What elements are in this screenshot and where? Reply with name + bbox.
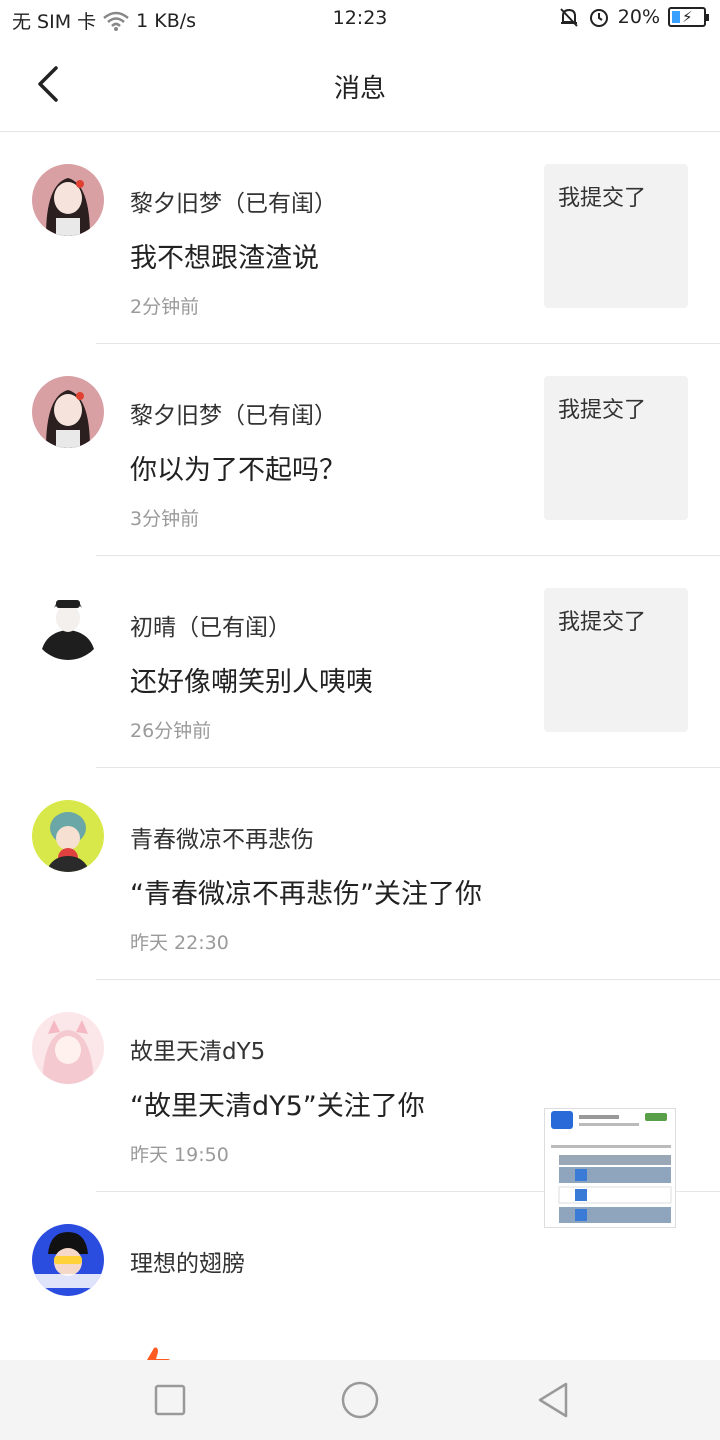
avatar[interactable] <box>32 588 104 660</box>
battery-percent: 20% <box>617 6 660 28</box>
avatar[interactable] <box>32 800 104 872</box>
avatar[interactable] <box>32 164 104 236</box>
message-content: “故里天清dY5”关注了你 <box>130 1091 425 1122</box>
post-thumbnail[interactable]: 我提交了 <box>544 164 688 308</box>
sender-name: 黎夕旧梦（已有闺） <box>130 191 337 217</box>
list-item[interactable]: 黎夕旧梦（已有闺） 我不想跟渣渣说 2分钟前 我提交了 <box>0 132 720 344</box>
message-content: 你以为了不起吗？ <box>130 455 346 486</box>
sender-name: 故里天清dY5 <box>130 1039 266 1065</box>
avatar[interactable] <box>32 1012 104 1084</box>
battery-icon: ⚡ <box>668 7 709 27</box>
post-thumbnail[interactable]: 我提交了 <box>544 588 688 732</box>
sender-name: 初晴（已有闺） <box>130 615 291 641</box>
header: 消息 <box>0 36 720 132</box>
message-time: 昨天 22:30 <box>130 932 229 954</box>
page-title: 消息 <box>333 74 386 104</box>
message-time: 昨天 19:50 <box>130 1144 229 1166</box>
circle-icon[interactable] <box>340 1380 380 1420</box>
list-item[interactable]: 青春微凉不再悲伤 “青春微凉不再悲伤”关注了你 昨天 22:30 <box>0 768 720 980</box>
status-bar: 无 SIM 卡 1 KB/s 12:23 20% ⚡ <box>0 0 720 36</box>
alarm-icon <box>589 9 608 27</box>
status-right: 20% ⚡ <box>558 6 709 28</box>
bell-muted-icon <box>560 8 578 27</box>
thumbnail-text: 我提交了 <box>558 398 647 423</box>
list-item[interactable]: 初晴（已有闺） 还好像嘲笑别人咦咦 26分钟前 我提交了 <box>0 556 720 768</box>
message-content: “青春微凉不再悲伤”关注了你 <box>130 879 482 910</box>
message-time: 3分钟前 <box>130 508 200 530</box>
sender-name: 黎夕旧梦（已有闺） <box>130 403 337 429</box>
triangle-back-icon[interactable] <box>534 1380 574 1420</box>
message-time: 2分钟前 <box>130 296 200 318</box>
thumbnail-text: 我提交了 <box>558 186 647 211</box>
message-time: 26分钟前 <box>130 720 212 742</box>
post-thumbnail[interactable]: 我提交了 <box>544 376 688 520</box>
message-content: 我不想跟渣渣说 <box>130 243 319 274</box>
sender-name: 理想的翅膀 <box>130 1251 245 1277</box>
sender-name: 青春微凉不再悲伤 <box>130 827 314 853</box>
avatar[interactable] <box>32 1224 104 1296</box>
thumbnail-text: 我提交了 <box>558 610 647 635</box>
thumbs-up-icon <box>147 1347 171 1360</box>
post-thumbnail[interactable] <box>544 1108 676 1228</box>
message-content: 还好像嘲笑别人咦咦 <box>130 667 373 698</box>
avatar[interactable] <box>32 376 104 448</box>
list-item[interactable]: 黎夕旧梦（已有闺） 你以为了不起吗？ 3分钟前 我提交了 <box>0 344 720 556</box>
square-icon[interactable] <box>150 1380 190 1420</box>
system-nav-bar <box>0 1360 720 1440</box>
